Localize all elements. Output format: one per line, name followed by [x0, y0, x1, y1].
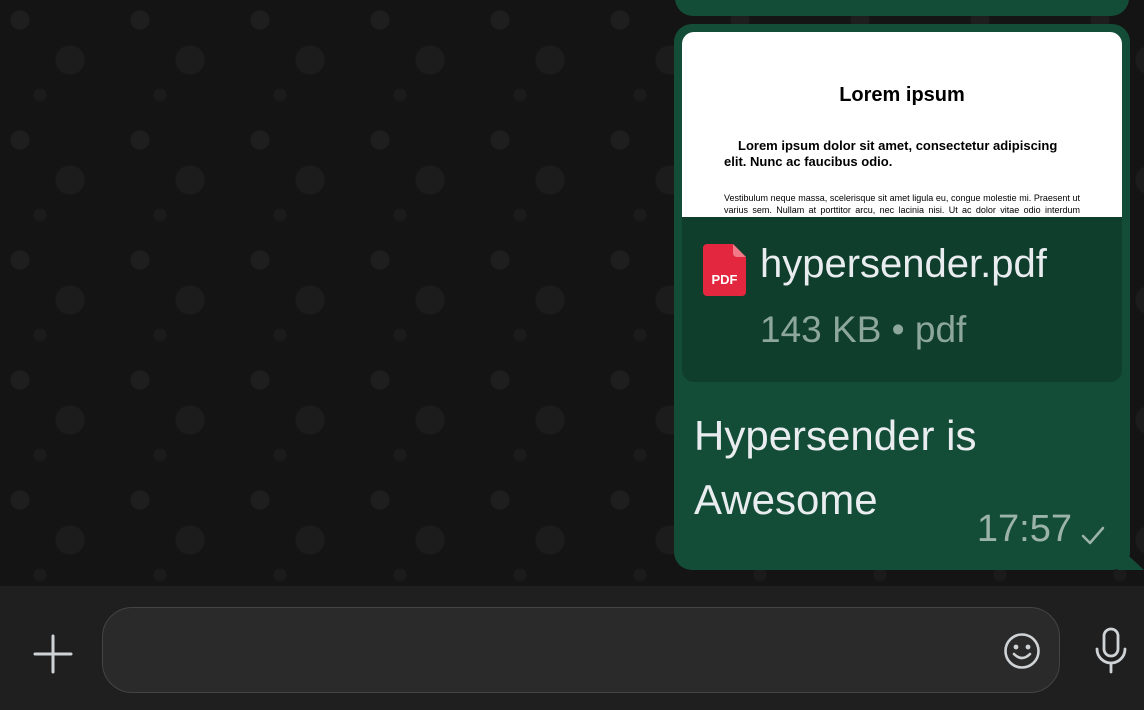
- pdf-icon-label: PDF: [712, 272, 738, 287]
- document-preview-title: Lorem ipsum: [839, 84, 965, 106]
- emoji-button[interactable]: [1002, 631, 1042, 671]
- document-preview[interactable]: Lorem ipsum Lorem ipsum dolor sit amet, …: [682, 32, 1122, 217]
- meta-separator: •: [891, 309, 905, 350]
- file-name: hypersender.pdf: [760, 242, 1047, 286]
- emoji-icon: [1004, 633, 1040, 669]
- attach-plus-button[interactable]: [30, 631, 76, 677]
- message-input[interactable]: [102, 607, 1060, 693]
- message-bubble[interactable]: Lorem ipsum Lorem ipsum dolor sit amet, …: [674, 24, 1130, 570]
- check-icon: [1078, 520, 1108, 550]
- file-type: pdf: [914, 309, 967, 350]
- file-meta: 143 KB • pdf: [760, 309, 966, 351]
- message-bubble-tail: [1118, 546, 1144, 570]
- document-preview-lead: Lorem ipsum dolor sit amet, consectetur …: [724, 138, 1058, 169]
- document-preview-body: Vestibulum neque massa, scelerisque sit …: [724, 193, 1080, 215]
- previous-message-bubble: [675, 0, 1129, 16]
- pdf-file-icon: PDF: [703, 244, 746, 296]
- voice-message-button[interactable]: [1093, 627, 1129, 675]
- file-size: 143 KB: [760, 309, 882, 350]
- file-attachment-card[interactable]: PDF hypersender.pdf 143 KB • pdf: [682, 217, 1122, 382]
- mic-icon: [1095, 627, 1127, 674]
- plus-icon: [33, 634, 73, 674]
- message-time: 17:57: [976, 508, 1072, 550]
